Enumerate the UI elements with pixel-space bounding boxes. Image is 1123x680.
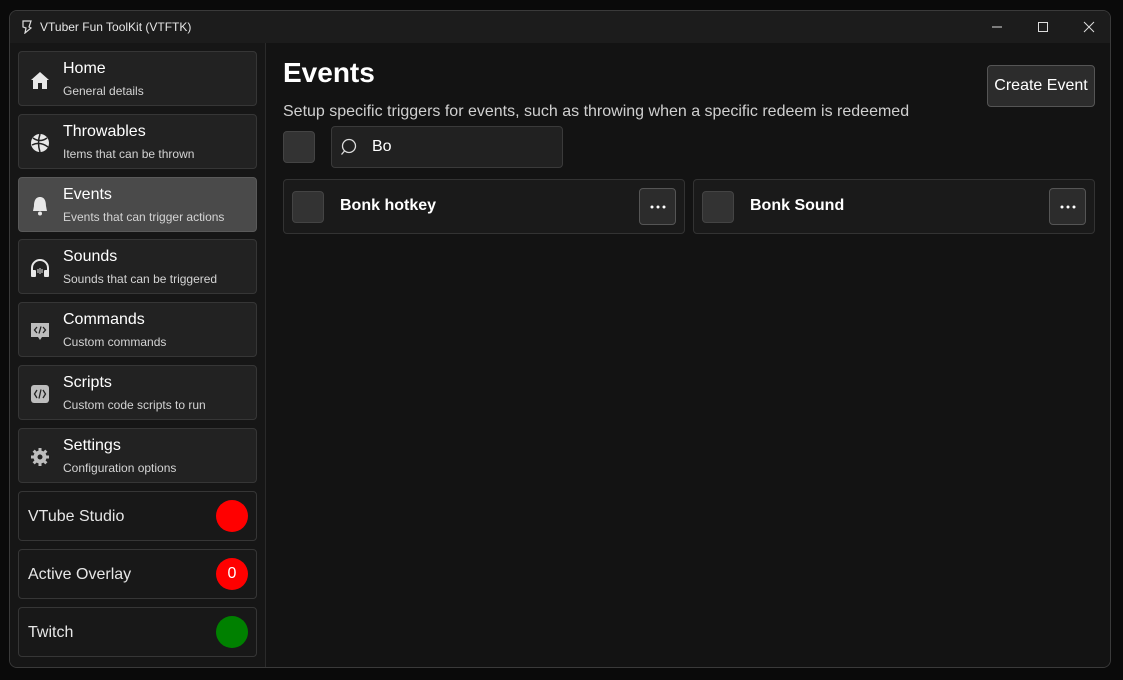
sidebar-item-sounds[interactable]: Sounds Sounds that can be triggered bbox=[18, 239, 257, 294]
close-button[interactable] bbox=[1066, 11, 1110, 43]
sidebar-item-subtitle: Custom commands bbox=[63, 335, 167, 349]
command-icon bbox=[31, 323, 49, 340]
page-title: Events bbox=[283, 57, 375, 88]
sidebar-item-events[interactable]: Events Events that can trigger actions bbox=[18, 177, 257, 232]
sidebar-item-commands[interactable]: Commands Custom commands bbox=[18, 302, 257, 357]
gear-icon bbox=[31, 448, 49, 466]
event-more-button[interactable] bbox=[1049, 188, 1086, 225]
sidebar-item-title: Commands bbox=[63, 311, 145, 328]
status-label: Twitch bbox=[28, 624, 74, 641]
event-checkbox[interactable] bbox=[292, 191, 324, 223]
create-event-button[interactable]: Create Event bbox=[987, 65, 1095, 107]
more-icon bbox=[650, 205, 665, 208]
page-subtitle: Setup specific triggers for events, such… bbox=[283, 103, 910, 120]
sidebar-item-subtitle: Custom code scripts to run bbox=[63, 398, 206, 412]
sidebar-item-title: Scripts bbox=[63, 374, 112, 391]
event-card[interactable]: Bonk Sound bbox=[693, 179, 1095, 234]
sidebar-item-scripts[interactable]: Scripts Custom code scripts to run bbox=[18, 365, 257, 420]
maximize-icon bbox=[1038, 22, 1048, 32]
maximize-button[interactable] bbox=[1020, 11, 1066, 43]
home-icon bbox=[31, 72, 49, 89]
more-icon bbox=[1060, 205, 1075, 208]
event-more-button[interactable] bbox=[639, 188, 676, 225]
sidebar-item-subtitle: Items that can be thrown bbox=[63, 147, 195, 161]
sidebar-item-subtitle: Configuration options bbox=[63, 461, 177, 475]
event-checkbox[interactable] bbox=[702, 191, 734, 223]
app-window: VTuber Fun ToolKit (VTFTK) Home General … bbox=[9, 10, 1111, 668]
sidebar-item-title: Events bbox=[63, 186, 112, 203]
minimize-icon bbox=[992, 26, 1002, 28]
sidebar-item-subtitle: General details bbox=[63, 84, 144, 98]
title-bar: VTuber Fun ToolKit (VTFTK) bbox=[10, 11, 1110, 43]
sidebar-item-home[interactable]: Home General details bbox=[18, 51, 257, 106]
sidebar-item-title: Settings bbox=[63, 437, 121, 454]
sidebar-item-settings[interactable]: Settings Configuration options bbox=[18, 428, 257, 483]
sidebar: Home General details Throwables Items th… bbox=[10, 43, 266, 667]
ball-icon bbox=[31, 133, 49, 153]
sidebar-item-subtitle: Sounds that can be triggered bbox=[63, 272, 218, 286]
status-label: VTube Studio bbox=[28, 508, 125, 525]
status-label: Active Overlay bbox=[28, 566, 132, 583]
status-count-badge: 0 bbox=[216, 558, 248, 590]
sidebar-item-throwables[interactable]: Throwables Items that can be thrown bbox=[18, 114, 257, 169]
bell-icon bbox=[33, 197, 47, 216]
status-twitch[interactable]: Twitch bbox=[18, 607, 257, 657]
sidebar-item-title: Throwables bbox=[63, 123, 146, 140]
status-indicator bbox=[216, 500, 248, 532]
search-value: Bo bbox=[372, 138, 392, 155]
close-icon bbox=[1083, 21, 1095, 33]
status-active-overlay[interactable]: Active Overlay 0 bbox=[18, 549, 257, 599]
code-icon bbox=[31, 385, 49, 403]
window-title: VTuber Fun ToolKit (VTFTK) bbox=[40, 20, 192, 34]
minimize-button[interactable] bbox=[974, 11, 1020, 43]
status-vtube-studio[interactable]: VTube Studio bbox=[18, 491, 257, 541]
headphones-icon bbox=[31, 259, 49, 277]
sidebar-item-subtitle: Events that can trigger actions bbox=[63, 210, 225, 224]
sidebar-item-title: Sounds bbox=[63, 248, 118, 265]
select-all-checkbox[interactable] bbox=[283, 131, 315, 163]
status-indicator bbox=[216, 616, 248, 648]
app-logo-icon bbox=[22, 20, 33, 34]
event-card[interactable]: Bonk hotkey bbox=[283, 179, 685, 234]
event-name: Bonk Sound bbox=[750, 197, 845, 214]
search-input[interactable]: Bo bbox=[331, 126, 563, 168]
event-name: Bonk hotkey bbox=[340, 197, 437, 214]
search-icon bbox=[341, 138, 357, 155]
sidebar-item-title: Home bbox=[63, 60, 106, 77]
main-content: Events Setup specific triggers for event… bbox=[267, 43, 1110, 667]
